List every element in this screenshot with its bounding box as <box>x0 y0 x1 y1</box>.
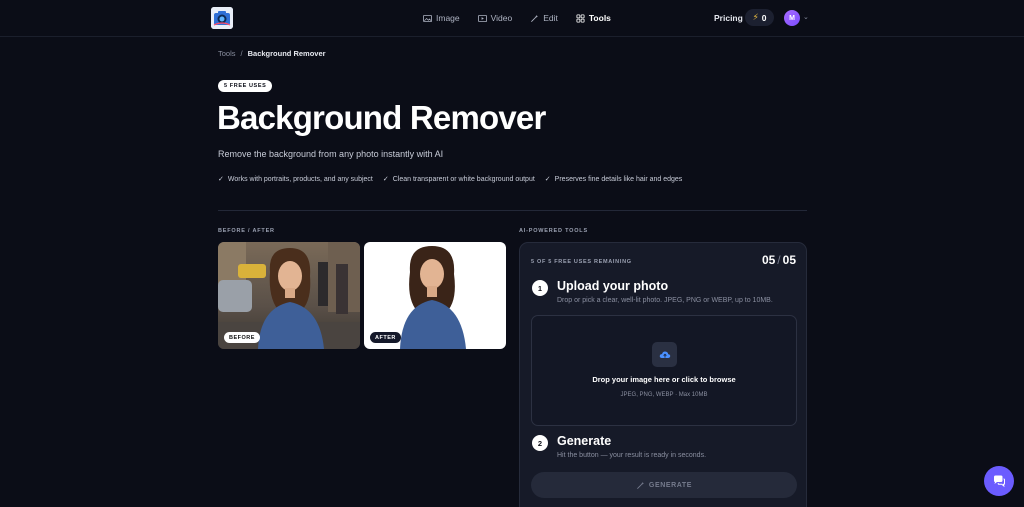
breadcrumb-tools[interactable]: Tools <box>218 49 236 58</box>
feature-list: ✓ Works with portraits, products, and an… <box>218 175 692 184</box>
tool-panel: 5 OF 5 FREE USES REMAINING 05/05 1 Uploa… <box>519 242 807 507</box>
counter-total: 05 <box>782 253 796 267</box>
grid-icon <box>576 13 585 23</box>
feature-text: Clean transparent or white background ou… <box>392 175 535 183</box>
feature-item: ✓ Preserves fine details like hair and e… <box>544 175 683 184</box>
divider <box>218 210 807 211</box>
nav-tools[interactable]: Tools <box>576 11 611 25</box>
check-icon: ✓ <box>218 176 224 183</box>
chevron-down-icon[interactable]: ⌄ <box>803 13 809 21</box>
bolt-icon: ⚡ <box>752 12 759 22</box>
credits-count: 0 <box>761 12 767 23</box>
breadcrumb: Tools / Background Remover <box>218 49 326 58</box>
nav-tools-label: Tools <box>588 13 611 23</box>
nav-image[interactable]: Image <box>423 11 460 25</box>
after-image: AFTER <box>364 242 506 349</box>
counter-separator: / <box>777 253 781 267</box>
cloud-upload-icon <box>652 342 677 367</box>
dropzone-main-text: Drop your image here or click to browse <box>592 375 736 384</box>
before-tag: BEFORE <box>224 332 260 343</box>
avatar-initial: M <box>789 14 795 22</box>
pricing-link[interactable]: Pricing <box>714 13 743 23</box>
step-1-description: Drop or pick a clear, well-lit photo. JP… <box>557 297 773 304</box>
chat-button[interactable] <box>984 466 1014 496</box>
before-after-label: BEFORE / AFTER <box>218 228 275 234</box>
free-uses-badge: 5 FREE USES <box>218 80 273 92</box>
check-icon: ✓ <box>382 176 389 183</box>
breadcrumb-separator: / <box>240 49 243 58</box>
dropzone-sub-text: JPEG, PNG, WEBP · Max 10MB <box>620 392 708 398</box>
tools-label: AI-POWERED TOOLS <box>519 228 588 234</box>
page-subtitle: Remove the background from any photo ins… <box>218 149 444 159</box>
check-icon: ✓ <box>544 176 551 183</box>
credits-badge[interactable]: ⚡ 0 <box>745 9 774 26</box>
feature-item: ✓ Works with portraits, products, and an… <box>218 175 373 184</box>
step-2-description: Hit the button — your result is ready in… <box>557 452 707 459</box>
nav-video[interactable]: Video <box>477 11 513 25</box>
after-tag: AFTER <box>370 332 401 343</box>
before-image: BEFORE <box>218 242 360 349</box>
uses-remaining: 5 OF 5 FREE USES REMAINING <box>531 259 632 265</box>
image-icon <box>423 14 432 22</box>
top-nav: Image Video Edit Tools Pricing ⚡ 0 M ⌄ <box>0 0 1024 37</box>
chat-icon <box>994 475 1005 488</box>
upload-dropzone[interactable]: Drop your image here or click to browse … <box>531 315 797 426</box>
avatar[interactable]: M <box>784 10 800 26</box>
generate-label: GENERATE <box>648 481 693 489</box>
generate-button[interactable]: GENERATE <box>531 472 797 498</box>
nav-edit-label: Edit <box>543 13 558 23</box>
feature-item: ✓ Clean transparent or white background … <box>382 175 535 184</box>
video-icon <box>477 14 487 22</box>
breadcrumb-current: Background Remover <box>247 49 326 58</box>
counter-current: 05 <box>761 253 776 267</box>
step-2-number: 2 <box>532 435 548 451</box>
nav-image-label: Image <box>436 13 460 23</box>
logo[interactable] <box>211 7 233 29</box>
feature-text: Works with portraits, products, and any … <box>227 175 373 183</box>
step-1-number: 1 <box>532 280 548 296</box>
usage-counter: 05/05 <box>762 253 796 267</box>
step-1-title: Upload your photo <box>557 279 669 293</box>
page-title: Background Remover <box>217 99 546 136</box>
nav-edit[interactable]: Edit <box>530 11 558 25</box>
feature-text: Preserves fine details like hair and edg… <box>554 175 683 183</box>
step-2-title: Generate <box>557 434 612 448</box>
wand-icon <box>531 14 539 22</box>
nav-video-label: Video <box>490 13 513 23</box>
wand-icon <box>636 481 645 489</box>
